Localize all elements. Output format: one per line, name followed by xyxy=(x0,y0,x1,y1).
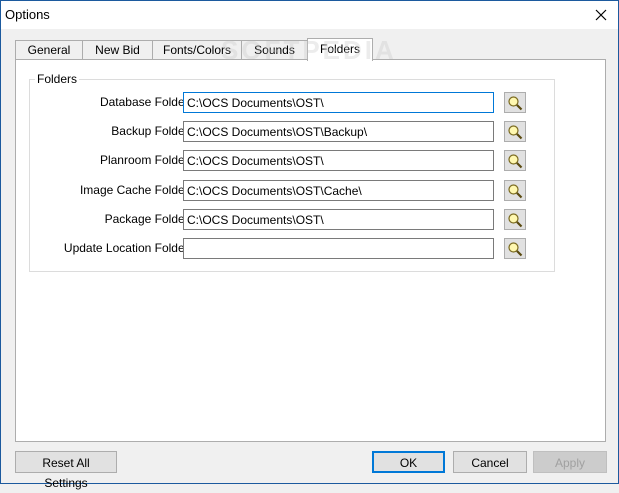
magnifier-icon xyxy=(508,183,523,198)
database-folder-browse-button[interactable] xyxy=(504,92,526,113)
backup-folder-input[interactable] xyxy=(183,121,494,142)
tab-new-bid[interactable]: New Bid xyxy=(82,40,153,59)
image-cache-folder-input[interactable] xyxy=(183,180,494,201)
update-location-folder-label: Update Location Folder: xyxy=(63,241,192,255)
tab-general[interactable]: General xyxy=(15,40,83,59)
image-cache-folder-label: Image Cache Folder: xyxy=(79,183,192,197)
package-folder-label: Package Folder: xyxy=(104,212,192,226)
reset-all-settings-button[interactable]: Reset All Settings xyxy=(15,451,117,490)
magnifier-icon xyxy=(508,212,523,227)
options-dialog: Options SOFTPEDIA General New Bid Fonts/… xyxy=(0,0,619,490)
folders-groupbox: Folders Database Folder: Backup Folder: … xyxy=(29,72,555,272)
database-folder-label: Database Folder: xyxy=(99,95,192,109)
update-location-folder-browse-button[interactable] xyxy=(504,238,526,259)
window-title: Options xyxy=(5,7,50,22)
image-cache-folder-browse-button[interactable] xyxy=(504,180,526,201)
close-icon xyxy=(595,9,607,21)
magnifier-icon xyxy=(508,153,523,168)
update-location-folder-input[interactable] xyxy=(183,238,494,259)
database-folder-input[interactable] xyxy=(183,92,494,113)
apply-button[interactable]: Apply xyxy=(533,451,607,473)
planroom-folder-input[interactable] xyxy=(183,150,494,171)
title-bar: Options xyxy=(1,1,618,29)
magnifier-icon xyxy=(508,124,523,139)
package-folder-input[interactable] xyxy=(183,209,494,230)
planroom-folder-browse-button[interactable] xyxy=(504,150,526,171)
magnifier-icon xyxy=(508,95,523,110)
magnifier-icon xyxy=(508,241,523,256)
package-folder-browse-button[interactable] xyxy=(504,209,526,230)
folders-group-label: Folders xyxy=(35,72,80,86)
backup-folder-browse-button[interactable] xyxy=(504,121,526,142)
folders-tab-panel: Folders Database Folder: Backup Folder: … xyxy=(15,59,606,442)
cancel-button[interactable]: Cancel xyxy=(453,451,527,473)
tab-sounds[interactable]: Sounds xyxy=(241,40,308,59)
ok-button[interactable]: OK xyxy=(372,451,445,473)
close-button[interactable] xyxy=(584,1,618,29)
tab-fonts-colors[interactable]: Fonts/Colors xyxy=(152,40,242,59)
tab-folders[interactable]: Folders xyxy=(307,38,373,61)
backup-folder-label: Backup Folder: xyxy=(111,124,192,138)
planroom-folder-label: Planroom Folder: xyxy=(99,153,192,167)
